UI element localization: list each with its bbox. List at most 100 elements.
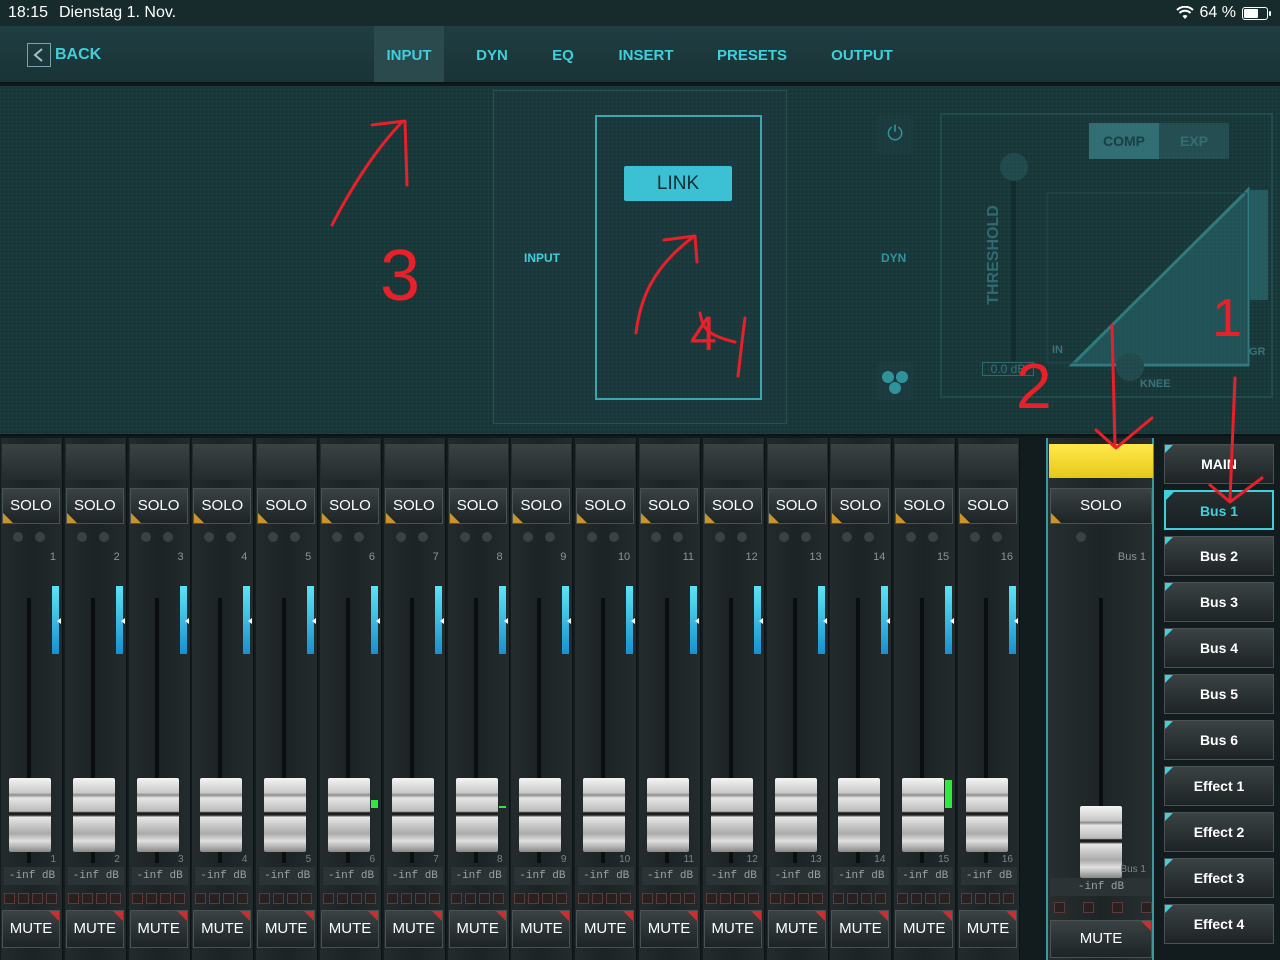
channel-number-small: 7 bbox=[433, 854, 439, 865]
fader-handle[interactable] bbox=[72, 778, 115, 852]
solo-button[interactable]: SOLO bbox=[831, 488, 890, 524]
solo-button[interactable]: SOLO bbox=[2, 488, 60, 524]
routing-bus-5[interactable]: Bus 5 bbox=[1164, 674, 1274, 714]
routing-effect-2[interactable]: Effect 2 bbox=[1164, 812, 1274, 852]
fader-handle[interactable] bbox=[264, 778, 307, 852]
bus-solo-button[interactable]: SOLO bbox=[1050, 488, 1152, 524]
back-button[interactable]: BACK bbox=[27, 43, 101, 67]
fader-handle[interactable] bbox=[902, 778, 945, 852]
fader-handle[interactable] bbox=[136, 778, 179, 852]
link-button[interactable]: LINK bbox=[624, 166, 732, 201]
fader-handle[interactable] bbox=[838, 778, 881, 852]
mute-button[interactable]: MUTE bbox=[129, 910, 188, 948]
solo-button[interactable]: SOLO bbox=[576, 488, 635, 524]
channel-header[interactable] bbox=[129, 444, 189, 480]
fader-handle[interactable] bbox=[455, 778, 498, 852]
channel-header[interactable] bbox=[448, 444, 508, 480]
mute-button[interactable]: MUTE bbox=[321, 910, 379, 948]
channel-number: 12 bbox=[745, 551, 758, 563]
threshold-value: 0.0 dB bbox=[982, 362, 1034, 376]
routing-effect-1[interactable]: Effect 1 bbox=[1164, 766, 1274, 806]
channel-header[interactable] bbox=[895, 444, 955, 480]
channel-header[interactable] bbox=[576, 444, 636, 480]
mute-button[interactable]: MUTE bbox=[257, 910, 316, 948]
solo-button[interactable]: SOLO bbox=[640, 488, 698, 524]
routing-bus-2[interactable]: Bus 2 bbox=[1164, 536, 1274, 576]
channel-header[interactable] bbox=[959, 444, 1018, 480]
channel-header[interactable] bbox=[703, 444, 763, 480]
mute-button[interactable]: MUTE bbox=[703, 910, 762, 948]
routing-effect-4[interactable]: Effect 4 bbox=[1164, 904, 1274, 944]
channel-header[interactable] bbox=[193, 444, 253, 480]
mute-button[interactable]: MUTE bbox=[640, 910, 698, 948]
mute-button[interactable]: MUTE bbox=[576, 910, 635, 948]
meter-marker-icon bbox=[822, 618, 827, 624]
tab-input[interactable]: INPUT bbox=[374, 26, 444, 82]
solo-button[interactable]: SOLO bbox=[895, 488, 954, 524]
channel-header[interactable] bbox=[767, 444, 827, 480]
channel-header[interactable] bbox=[2, 444, 61, 480]
level-readout: -inf dB bbox=[67, 867, 124, 885]
channel-header[interactable] bbox=[65, 444, 125, 480]
mute-button[interactable]: MUTE bbox=[895, 910, 954, 948]
tab-insert[interactable]: INSERT bbox=[606, 26, 686, 82]
routing-main[interactable]: MAIN bbox=[1164, 444, 1274, 484]
bus-fader-handle[interactable] bbox=[1080, 806, 1122, 878]
tab-output[interactable]: OUTPUT bbox=[818, 26, 906, 82]
io-boxes bbox=[642, 893, 695, 904]
channel-header[interactable] bbox=[384, 444, 444, 480]
mute-button[interactable]: MUTE bbox=[831, 910, 890, 948]
channel-header[interactable] bbox=[831, 444, 891, 480]
bus-header bbox=[1049, 444, 1153, 478]
exp-button[interactable]: EXP bbox=[1159, 123, 1229, 159]
fader-handle[interactable] bbox=[710, 778, 753, 852]
mute-button[interactable]: MUTE bbox=[767, 910, 826, 948]
mute-button[interactable]: MUTE bbox=[384, 910, 443, 948]
fader-handle[interactable] bbox=[9, 778, 51, 852]
routing-bus-6[interactable]: Bus 6 bbox=[1164, 720, 1274, 760]
solo-button[interactable]: SOLO bbox=[257, 488, 316, 524]
channel-header[interactable] bbox=[640, 444, 699, 480]
solo-button[interactable]: SOLO bbox=[959, 488, 1017, 524]
fader-handle[interactable] bbox=[774, 778, 817, 852]
fader-handle[interactable] bbox=[200, 778, 243, 852]
fader-handle[interactable] bbox=[391, 778, 434, 852]
solo-button[interactable]: SOLO bbox=[448, 488, 507, 524]
dynamics-icon[interactable] bbox=[876, 362, 914, 400]
routing-bus-1[interactable]: Bus 1 bbox=[1164, 490, 1274, 530]
channel-header[interactable] bbox=[321, 444, 380, 480]
mute-button[interactable]: MUTE bbox=[959, 910, 1017, 948]
mute-button[interactable]: MUTE bbox=[448, 910, 507, 948]
mute-button[interactable]: MUTE bbox=[193, 910, 252, 948]
solo-button[interactable]: SOLO bbox=[193, 488, 252, 524]
solo-button[interactable]: SOLO bbox=[384, 488, 443, 524]
channel-number: 4 bbox=[241, 551, 248, 563]
solo-button[interactable]: SOLO bbox=[703, 488, 762, 524]
bus-mute-button[interactable]: MUTE bbox=[1050, 920, 1152, 958]
tab-dyn[interactable]: DYN bbox=[462, 26, 522, 82]
comp-button[interactable]: COMP bbox=[1089, 123, 1159, 159]
channel-header[interactable] bbox=[257, 444, 317, 480]
solo-button[interactable]: SOLO bbox=[767, 488, 826, 524]
solo-button[interactable]: SOLO bbox=[512, 488, 571, 524]
meter-marker-icon bbox=[376, 618, 380, 624]
fader-handle[interactable] bbox=[328, 778, 370, 852]
fader-handle[interactable] bbox=[647, 778, 689, 852]
routing-bus-3[interactable]: Bus 3 bbox=[1164, 582, 1274, 622]
tab-presets[interactable]: PRESETS bbox=[704, 26, 800, 82]
channel-number-small: 15 bbox=[938, 854, 950, 865]
power-icon[interactable]: ⏻ bbox=[876, 115, 914, 153]
channel-header[interactable] bbox=[512, 444, 572, 480]
tab-eq[interactable]: EQ bbox=[538, 26, 588, 82]
solo-button[interactable]: SOLO bbox=[129, 488, 188, 524]
mute-button[interactable]: MUTE bbox=[65, 910, 124, 948]
routing-effect-3[interactable]: Effect 3 bbox=[1164, 858, 1274, 898]
routing-bus-4[interactable]: Bus 4 bbox=[1164, 628, 1274, 668]
mute-button[interactable]: MUTE bbox=[2, 910, 60, 948]
solo-button[interactable]: SOLO bbox=[321, 488, 379, 524]
mute-button[interactable]: MUTE bbox=[512, 910, 571, 948]
fader-handle[interactable] bbox=[966, 778, 1008, 852]
solo-button[interactable]: SOLO bbox=[65, 488, 124, 524]
fader-handle[interactable] bbox=[519, 778, 562, 852]
fader-handle[interactable] bbox=[583, 778, 626, 852]
